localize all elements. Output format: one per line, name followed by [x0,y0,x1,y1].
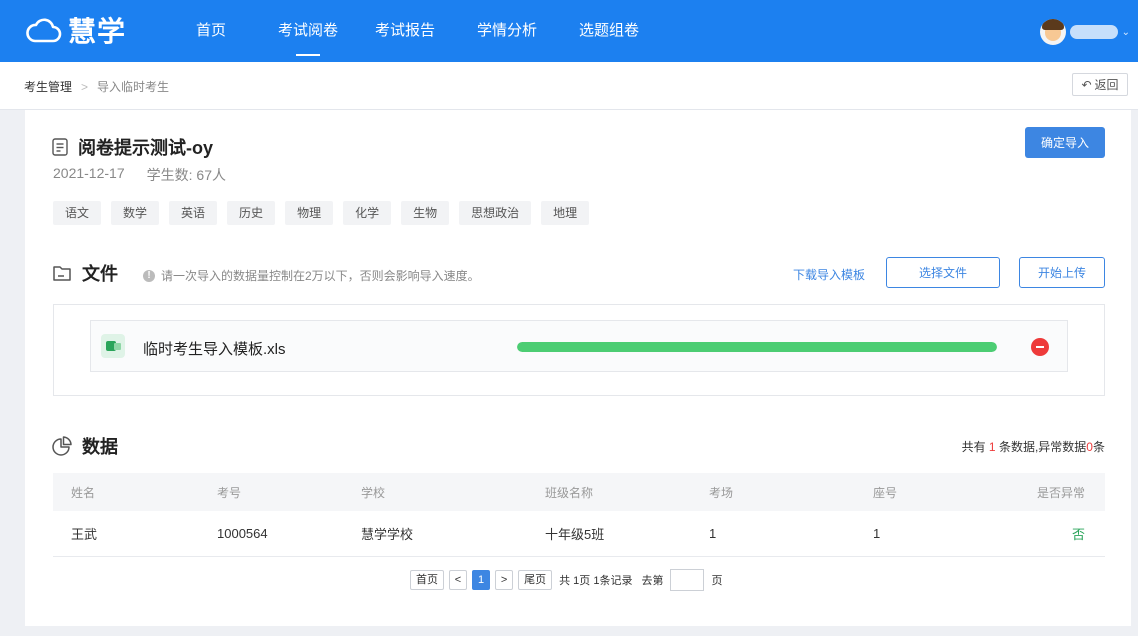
subject-tag: 数学 [111,201,160,225]
column-header-seat: 座号 [873,485,898,500]
file-name: 临时考生导入模板.xls [143,341,286,358]
summary-prefix: 共有 [961,440,986,454]
import-hint: ! 请一次导入的数据量控制在2万以下，否则会影响导入速度。 [143,267,480,284]
last-page-button[interactable]: 尾页 [518,570,553,590]
students-table: 姓名 考号 学校 班级名称 考场 座号 是否异常 王武 1000564 慧学学校… [53,473,1105,557]
start-upload-button[interactable]: 开始上传 [1019,257,1105,288]
cell-exam-number: 1000564 [217,526,268,541]
excel-file-icon [101,334,125,358]
subject-tag: 历史 [227,201,276,225]
total-count: 1 [988,440,996,454]
file-list-area: 临时考生导入模板.xls [53,304,1105,396]
data-section-header: 数据 [52,433,118,459]
subject-tag: 地理 [541,201,590,225]
logo[interactable]: 慧学 [26,12,126,48]
upload-progress-fill [517,342,997,352]
cell-name: 王武 [71,527,98,542]
user-menu[interactable]: ⌄ [1039,19,1130,45]
column-header-exam-number: 考号 [217,485,242,500]
exam-title-row: 阅卷提示测试-oy [52,134,213,160]
main-card: 阅卷提示测试-oy 2021-12-17 学生数: 67人 语文 数学 英语 历史 物理… [25,110,1131,626]
select-file-button[interactable]: 选择文件 [886,257,1000,288]
breadcrumb-root[interactable]: 考生管理 [24,78,72,95]
file-section-title: 文件 [82,264,118,284]
main-nav: 首页 考试阅卷 考试报告 学情分析 选题组卷 [160,0,660,62]
info-icon: ! [143,269,155,282]
file-section-header: 文件 [52,260,118,286]
first-page-button[interactable]: 首页 [410,570,444,590]
column-header-exam-room: 考场 [709,485,734,500]
remove-file-icon[interactable] [1031,338,1049,356]
folder-icon [53,266,71,281]
cell-class: 十年级5班 [545,527,605,542]
data-summary: 共有 1 条数据,异常数据0条 [962,438,1105,455]
cell-exam-room: 1 [709,526,717,541]
avatar-hair [1041,19,1064,30]
prev-page-button[interactable]: < [449,570,467,590]
nav-item-exam-report[interactable]: 考试报告 [354,0,456,62]
subject-tag: 生物 [401,201,450,225]
subject-tag: 语文 [53,201,102,225]
student-count: 学生数: 67人 [146,167,226,183]
chevron-down-icon[interactable]: ⌄ [1122,27,1130,38]
subject-tag: 英语 [169,201,218,225]
nav-item-learning-analysis[interactable]: 学情分析 [456,0,558,62]
breadcrumb: 考生管理 > 导入临时考生 [24,78,169,95]
page-suffix: 页 [711,575,723,587]
cloud-icon [26,18,62,43]
nav-item-home[interactable]: 首页 [160,0,262,62]
goto-page-input[interactable] [670,569,705,591]
user-name-redacted [1069,25,1118,39]
top-nav-bar: 慧学 首页 考试阅卷 考试报告 学情分析 选题组卷 ⌄ [0,0,1138,62]
pie-chart-icon [52,436,72,456]
page-info: 共 1页 1条记录 [559,575,633,587]
exam-date: 2021-12-17 [53,165,125,181]
subject-tag: 思想政治 [459,201,532,225]
upload-progress-bar [517,342,997,352]
avatar-icon[interactable] [1039,19,1066,45]
cell-seat: 1 [873,526,881,541]
nav-item-exam-marking[interactable]: 考试阅卷 [262,0,354,62]
goto-label: 去第 [641,575,664,587]
nav-item-question-builder[interactable]: 选题组卷 [558,0,660,62]
download-template-link[interactable]: 下载导入模板 [793,266,865,283]
confirm-import-button[interactable]: 确定导入 [1025,127,1105,158]
exam-meta: 2021-12-17 学生数: 67人 [53,165,226,185]
summary-middle: 条数据,异常数据 [998,440,1087,454]
summary-suffix: 条 [1092,440,1105,454]
logo-text: 慧学 [68,16,127,47]
error-count: 0 [1086,440,1093,454]
file-item: 临时考生导入模板.xls [90,320,1068,372]
subject-tag: 物理 [285,201,334,225]
document-icon [52,138,68,156]
pagination: 首页 < 1 > 尾页 共 1页 1条记录 去第 页 [410,569,724,591]
column-header-school: 学校 [361,485,386,500]
column-header-abnormal: 是否异常 [1036,485,1085,500]
next-page-button[interactable]: > [495,570,514,590]
breadcrumb-bar: 考生管理 > 导入临时考生 ↶ 返回 [0,62,1138,110]
data-section-title: 数据 [82,437,118,457]
import-hint-text: 请一次导入的数据量控制在2万以下，否则会影响导入速度。 [161,269,480,283]
breadcrumb-separator-icon: > [81,79,89,94]
subject-tag: 化学 [343,201,392,225]
cell-school: 慧学学校 [361,527,414,542]
column-header-name: 姓名 [71,485,96,500]
exam-title: 阅卷提示测试-oy [78,138,213,158]
table-header: 姓名 考号 学校 班级名称 考场 座号 是否异常 [53,473,1105,511]
column-header-class: 班级名称 [545,485,594,500]
breadcrumb-current: 导入临时考生 [97,80,170,94]
cell-abnormal: 否 [1071,527,1085,542]
undo-icon: ↶ [1081,77,1092,92]
subject-tags: 语文 数学 英语 历史 物理 化学 生物 思想政治 地理 [53,201,590,225]
back-button[interactable]: ↶ 返回 [1072,73,1128,96]
page-1-button[interactable]: 1 [472,570,491,590]
back-button-label: 返回 [1094,78,1119,92]
table-row: 王武 1000564 慧学学校 十年级5班 1 1 否 [53,511,1105,557]
